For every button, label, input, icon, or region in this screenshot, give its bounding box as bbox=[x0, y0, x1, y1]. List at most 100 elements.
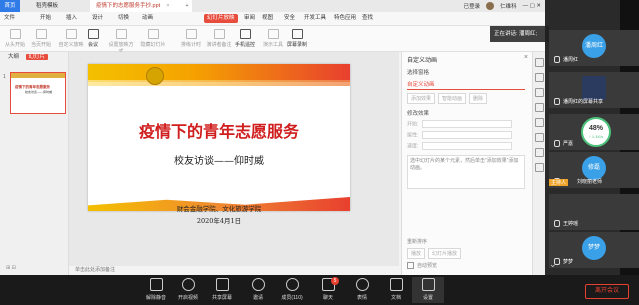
menu-10[interactable]: 开发工具 bbox=[304, 14, 326, 23]
participant-name: 梦梦 bbox=[563, 259, 574, 265]
toolbar-button-5[interactable]: 隐藏幻灯片 bbox=[140, 28, 166, 49]
slide-thumbnail[interactable]: 疫情下的青年志愿服务 校友访谈——仰时威 bbox=[10, 72, 66, 114]
emblem-icon bbox=[146, 67, 164, 85]
mic-icon bbox=[554, 220, 560, 227]
control-label: 设置 bbox=[422, 295, 433, 301]
tool-icon[interactable] bbox=[535, 118, 544, 127]
tool-icon[interactable] bbox=[535, 73, 544, 82]
control-label: 共享屏幕 bbox=[211, 295, 232, 301]
toolbar-button-0[interactable]: 从头开始 bbox=[2, 28, 28, 49]
tab-slides[interactable]: 幻灯片 bbox=[25, 54, 49, 60]
close-tab-icon[interactable]: × bbox=[166, 3, 169, 9]
gauge-value: 48% bbox=[588, 125, 603, 132]
reaction-icon bbox=[355, 278, 369, 291]
toolbar-icon bbox=[147, 29, 159, 39]
participant-name: 潘周红 bbox=[563, 57, 579, 63]
slideshow-button[interactable]: 幻灯片播放 bbox=[428, 248, 462, 259]
tool-icon[interactable] bbox=[535, 163, 544, 172]
toolbar-button-10[interactable]: 屏幕录制 bbox=[284, 28, 310, 49]
participant-tile[interactable]: 潘周红 潘周红 bbox=[549, 30, 639, 66]
participant-tile[interactable]: 修磊 主持人 刘晓丽老师 bbox=[549, 152, 639, 188]
custom-animation-panel: 自定义动画 × 选择窗格 自定义动画 添加效果 智能动画 删除 修改效果 开始:… bbox=[401, 52, 532, 275]
slide-title[interactable]: 疫情下的青年志愿服务 bbox=[88, 118, 350, 142]
share-screen-icon bbox=[215, 278, 229, 291]
menu-12[interactable]: 查找 bbox=[362, 14, 373, 23]
toolbar-button-8[interactable]: 手机遥控 bbox=[232, 28, 258, 49]
meeting-control-bar: 解除静音 开启视频 共享屏幕 邀请 成员(110) 5 聊天 表情 文档 设置 bbox=[0, 275, 639, 305]
control-gear[interactable]: 设置 bbox=[412, 277, 444, 303]
avatar[interactable] bbox=[486, 2, 495, 10]
leave-meeting-button[interactable]: 离开会议 bbox=[585, 284, 629, 299]
menu-6[interactable]: 幻灯片放映 bbox=[204, 14, 238, 23]
selection-pane-button[interactable]: 选择窗格 bbox=[407, 68, 429, 76]
slide-date[interactable]: 2020年4月1日 bbox=[88, 215, 350, 225]
close-icon[interactable]: × bbox=[524, 54, 528, 61]
modify-effect-label: 修改效果 bbox=[407, 111, 430, 117]
participant-avatar: 修磊 bbox=[582, 156, 606, 180]
speed-field[interactable]: 速度: bbox=[407, 142, 513, 150]
control-participants[interactable]: 成员(110) bbox=[276, 277, 308, 301]
toolbar-button-9[interactable]: 演示工具 bbox=[260, 28, 286, 49]
add-effect-button[interactable]: 添加效果 bbox=[407, 93, 436, 104]
toolbar-button-3[interactable]: 会议 bbox=[80, 28, 106, 49]
slide-subtitle[interactable]: 校友访谈——仰时威 bbox=[88, 152, 350, 167]
tab-document[interactable]: 疫情下的志愿服务手抄.ppt × bbox=[90, 0, 192, 12]
smart-animation-button[interactable]: 智能动画 bbox=[438, 93, 467, 104]
control-chat[interactable]: 5 聊天 bbox=[312, 277, 344, 301]
control-mic[interactable]: 解除静音 bbox=[140, 277, 172, 301]
tool-icon[interactable] bbox=[535, 133, 544, 142]
menu-7[interactable]: 审阅 bbox=[244, 14, 255, 23]
menu-0[interactable]: 文件 bbox=[4, 14, 15, 23]
slide[interactable]: 疫情下的青年志愿服务 校友访谈——仰时威 bbox=[88, 64, 350, 211]
anim-buttons: 添加效果 智能动画 删除 bbox=[407, 93, 488, 104]
notes-area[interactable]: 单击此处添加备注 bbox=[69, 266, 405, 275]
toolbar-button-1[interactable]: 当页开始 bbox=[28, 28, 54, 49]
menu-8[interactable]: 视图 bbox=[262, 14, 273, 23]
toolbar-icon bbox=[65, 29, 77, 39]
toolbar-button-7[interactable]: 演讲者备注 bbox=[206, 28, 232, 49]
speaking-indicator: 正在讲话: 潘周红; bbox=[490, 26, 549, 42]
control-video[interactable]: 开启视频 bbox=[172, 277, 204, 301]
mic-icon bbox=[554, 98, 560, 105]
menu-1[interactable]: 开始 bbox=[40, 14, 51, 23]
participant-tile[interactable]: 王婷瑶 bbox=[549, 194, 639, 230]
slide-organization[interactable]: 财会金融学院、文化旅游学院 bbox=[88, 203, 350, 213]
more-icon[interactable]: ⌄ bbox=[549, 259, 557, 270]
slide-footer-text: 财会金融学院、文化旅游学院 2020年4月1日 bbox=[88, 203, 350, 225]
window-controls-icon[interactable]: — ▢ ✕ bbox=[523, 3, 541, 9]
participant-tile[interactable]: 潘周红的屏幕共享 bbox=[549, 72, 639, 108]
menu-3[interactable]: 设计 bbox=[92, 14, 103, 23]
delete-button[interactable]: 删除 bbox=[469, 93, 488, 104]
toolbar-icon bbox=[267, 29, 279, 39]
control-reaction[interactable]: 表情 bbox=[346, 277, 378, 301]
menu-5[interactable]: 动画 bbox=[142, 14, 153, 23]
participant-tile[interactable]: 梦梦 梦梦 bbox=[549, 232, 639, 268]
panel-view-icon[interactable]: ⊞ ⊟ bbox=[6, 265, 16, 271]
start-field[interactable]: 开始: bbox=[407, 120, 513, 128]
tool-icon[interactable] bbox=[535, 58, 544, 67]
toolbar-button-6[interactable]: 排练计时 bbox=[178, 28, 204, 49]
control-share-screen[interactable]: 共享屏幕 bbox=[206, 277, 238, 301]
menu-9[interactable]: 安全 bbox=[284, 14, 295, 23]
menu-4[interactable]: 切换 bbox=[118, 14, 129, 23]
auto-preview-checkbox[interactable]: 自动预览 bbox=[407, 262, 437, 269]
ribbon-toolbar: 从头开始当页开始自定义放映会议设置放映方式隐藏幻灯片排练计时演讲者备注手机遥控演… bbox=[0, 26, 545, 55]
speed-label: 速度: bbox=[407, 143, 419, 150]
property-field[interactable]: 属性: bbox=[407, 131, 513, 139]
menu-11[interactable]: 特色应用 bbox=[334, 14, 356, 23]
tab-home[interactable]: 首页 bbox=[0, 0, 20, 12]
control-invite[interactable]: 邀请 bbox=[242, 277, 274, 301]
menu-2[interactable]: 插入 bbox=[66, 14, 77, 23]
tool-icon[interactable] bbox=[535, 103, 544, 112]
slide-banner-glow bbox=[88, 80, 350, 86]
control-document[interactable]: 文档 bbox=[380, 277, 412, 301]
toolbar-button-4[interactable]: 设置放映方式 bbox=[108, 28, 134, 55]
new-tab-button[interactable]: + bbox=[182, 0, 192, 12]
tool-icon[interactable] bbox=[535, 148, 544, 157]
tab-outline[interactable]: 大纲 bbox=[8, 54, 19, 60]
participant-tile[interactable]: 48% ↑ 1.1K/s 严嘉 bbox=[549, 114, 639, 150]
play-button[interactable]: 播放 bbox=[407, 248, 426, 259]
tool-icon[interactable] bbox=[535, 88, 544, 97]
login-status[interactable]: 已登录 bbox=[464, 2, 481, 10]
toolbar-label: 从头开始 bbox=[4, 42, 25, 48]
